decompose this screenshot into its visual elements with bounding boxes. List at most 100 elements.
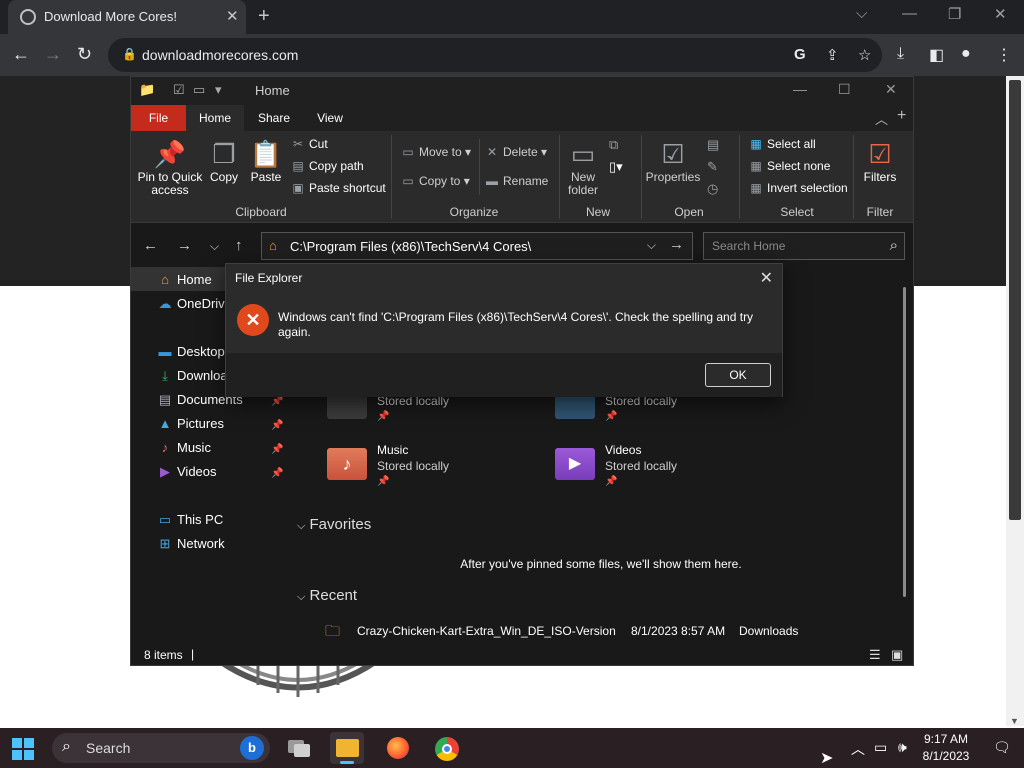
properties-button[interactable]: ☑ Properties — [645, 137, 701, 184]
add-icon[interactable]: + — [897, 107, 906, 125]
invert-selection-button[interactable]: ▦ Invert selection — [749, 181, 847, 195]
volume-icon[interactable]: 🕪 — [898, 739, 907, 756]
close-tab-icon[interactable]: ✕ — [226, 7, 239, 25]
paste-button[interactable]: 📋 Paste — [247, 137, 285, 184]
collapse-ribbon-icon[interactable]: ︿ — [875, 109, 888, 128]
network-status-icon[interactable]: ▭ — [874, 739, 887, 756]
table-row[interactable]: 🗀 Crazy-Chicken-Kart-Extra_Win_DE_ISO-Ve… — [319, 621, 899, 641]
show-hidden-icons-chevron-icon[interactable]: ︿ — [851, 739, 865, 759]
open-icon[interactable]: ▤ — [707, 137, 719, 153]
page-scrollbar[interactable]: ▼ — [1006, 76, 1024, 726]
tab-view[interactable]: View — [307, 105, 353, 131]
cut-button[interactable]: ✂ Cut — [291, 137, 328, 151]
edit-icon[interactable]: ✎ — [707, 159, 718, 175]
bing-icon[interactable]: b — [240, 736, 264, 760]
explorer-close-button[interactable]: ✕ — [885, 81, 897, 98]
bookmark-star-icon[interactable]: ☆ — [858, 46, 871, 64]
quick-access-item-music[interactable]: Music Stored locally 📌 — [377, 442, 449, 490]
explorer-minimize-button[interactable]: — — [793, 81, 807, 97]
address-bar[interactable]: 🔒 downloadmorecores.com G ⇪ ☆ — [108, 38, 882, 72]
side-panel-icon[interactable]: ◧ — [929, 45, 944, 65]
new-item-icon[interactable]: ⧉ — [609, 137, 618, 153]
firefox-taskbar-button[interactable] — [381, 732, 415, 764]
content-scrollbar[interactable] — [903, 287, 906, 597]
taskbar-search[interactable]: ⌕ Search b — [52, 733, 270, 763]
easy-access-icon[interactable]: ▯▾ — [609, 159, 623, 175]
pin-to-quick-access-button[interactable]: 📌 Pin to Quick access — [137, 137, 203, 197]
up-button[interactable]: ↑ — [235, 237, 243, 254]
copy-path-button[interactable]: ▤ Copy path — [291, 159, 363, 173]
pin-icon[interactable]: 📌 — [271, 420, 283, 431]
pin-icon[interactable]: 📌 — [271, 468, 283, 479]
go-arrow-icon[interactable]: → — [669, 236, 684, 253]
nav-item-onedrive[interactable]: ☁ OneDrive — [157, 296, 232, 312]
explorer-search-input[interactable] — [704, 233, 874, 259]
recent-locations-icon[interactable]: ⌵ — [210, 239, 219, 254]
nav-item-videos[interactable]: ▶ Videos — [157, 464, 217, 480]
tab-home[interactable]: Home — [186, 105, 244, 131]
large-icons-view-icon[interactable]: ▣ — [891, 647, 903, 663]
download-icon[interactable]: ⤓ — [897, 45, 904, 63]
nav-item-this-pc[interactable]: ▭ This PC — [157, 512, 223, 528]
back-button[interactable]: ← — [12, 44, 30, 65]
menu-icon[interactable]: ⋮ — [996, 45, 1012, 65]
delete-button[interactable]: ✕ Delete ▾ — [485, 145, 547, 159]
pin-icon[interactable]: 📌 — [271, 444, 283, 455]
address-dropdown-icon[interactable]: ⌵ — [647, 238, 656, 253]
reload-button[interactable]: ↻ — [77, 44, 92, 65]
copy-button[interactable]: ❐ Copy — [207, 137, 241, 184]
start-button[interactable] — [12, 738, 34, 760]
forward-button[interactable]: → — [44, 44, 62, 65]
nav-item-network[interactable]: ⊞ Network — [157, 536, 225, 552]
nav-item-pictures[interactable]: ▲ Pictures — [157, 416, 224, 431]
recent-section-header[interactable]: ⌵ Recent — [297, 587, 357, 604]
explorer-search-box[interactable]: ⌕ — [703, 232, 905, 260]
quick-access-item[interactable]: Stored locally 📌 — [605, 393, 677, 425]
scrollbar-thumb[interactable] — [1009, 80, 1021, 520]
quick-access-dropdown-icon[interactable]: ▾ — [215, 82, 222, 98]
explorer-back-button[interactable]: ← — [143, 237, 158, 254]
new-tab-button[interactable]: + — [258, 5, 270, 28]
system-clock[interactable]: 9:17 AM 8/1/2023 — [918, 731, 974, 765]
notification-icon[interactable]: 🗨 — [993, 739, 1011, 756]
explorer-forward-button[interactable]: → — [177, 237, 192, 254]
dialog-close-button[interactable]: ✕ — [760, 268, 773, 288]
task-view-button[interactable] — [282, 732, 316, 764]
quick-access-item-videos[interactable]: Videos Stored locally 📌 — [605, 442, 677, 490]
explorer-maximize-button[interactable]: ☐ — [838, 81, 851, 98]
rename-button[interactable]: ▬ Rename — [485, 174, 548, 188]
share-icon[interactable]: ⇪ — [826, 46, 839, 64]
filters-button[interactable]: ☑ Filters — [857, 137, 903, 184]
profile-icon[interactable]: ● — [961, 45, 971, 63]
close-window-button[interactable]: ✕ — [994, 5, 1007, 23]
properties-quick-icon[interactable]: ☑ — [173, 82, 185, 98]
tab-search-chevron-icon[interactable]: ⌵ — [856, 5, 867, 22]
file-explorer-taskbar-button[interactable] — [330, 732, 364, 764]
quick-access-item[interactable]: Stored locally 📌 — [377, 393, 449, 425]
new-folder-button[interactable]: ▭ New folder — [563, 137, 603, 197]
search-icon[interactable]: ⌕ — [890, 237, 898, 254]
nav-item-home[interactable]: ⌂ Home — [157, 272, 212, 287]
copy-to-button[interactable]: ▭ Copy to ▾ — [401, 174, 469, 188]
scroll-down-arrow-icon[interactable]: ▼ — [1010, 716, 1019, 726]
select-none-button[interactable]: ▦ Select none — [749, 159, 830, 173]
select-all-button[interactable]: ▦ Select all — [749, 137, 815, 151]
tab-file[interactable]: File — [131, 105, 186, 131]
google-lens-icon[interactable]: G — [794, 46, 806, 63]
browser-tab[interactable]: Download More Cores! ✕ — [8, 0, 246, 34]
details-view-icon[interactable]: ☰ — [869, 647, 881, 663]
favorites-section-header[interactable]: ⌵ Favorites — [297, 516, 371, 533]
nav-item-desktop[interactable]: ▬ Desktop — [157, 344, 225, 359]
paste-shortcut-button[interactable]: ▣ Paste shortcut — [291, 181, 385, 195]
move-to-button[interactable]: ▭ Move to ▾ — [401, 145, 471, 159]
minimize-button[interactable]: — — [902, 5, 917, 22]
lock-icon[interactable]: 🔒 — [122, 47, 137, 61]
chrome-taskbar-button[interactable] — [430, 732, 464, 764]
new-folder-quick-icon[interactable]: ▭ — [193, 82, 205, 98]
pin-icon[interactable]: 📌 — [271, 396, 283, 407]
tab-share[interactable]: Share — [249, 105, 299, 131]
ok-button[interactable]: OK — [705, 363, 771, 387]
nav-item-music[interactable]: ♪ Music — [157, 440, 211, 455]
restore-button[interactable]: ❐ — [948, 5, 961, 23]
explorer-address-bar[interactable]: ⌂ C:\Program Files (x86)\TechServ\4 Core… — [261, 232, 693, 260]
